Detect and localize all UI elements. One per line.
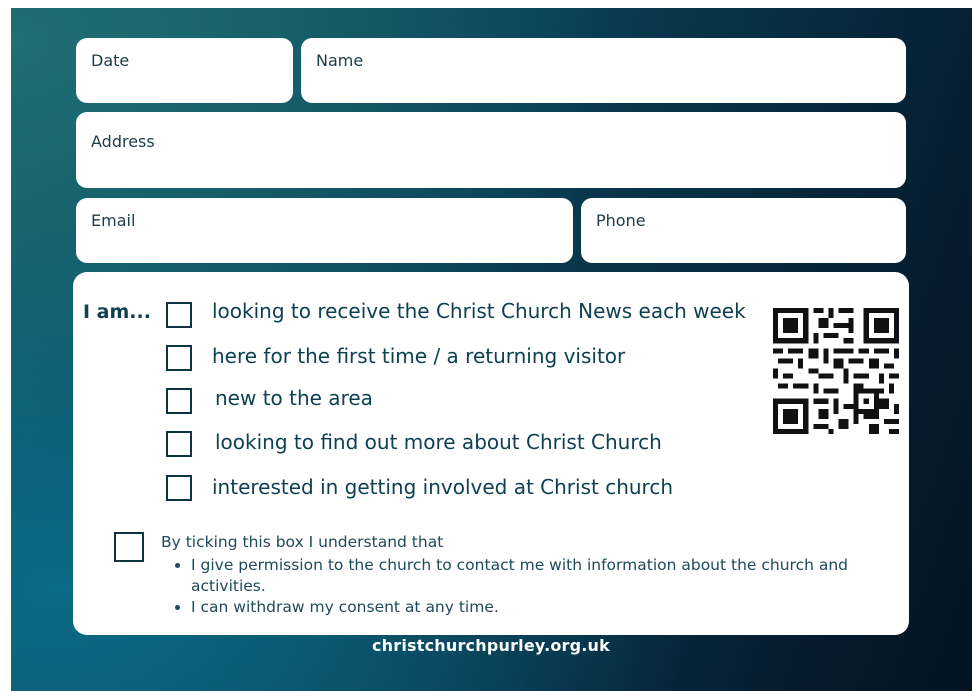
email-field[interactable]: Email [76, 198, 573, 263]
consent-point: I can withdraw my consent at any time. [191, 597, 901, 618]
consent-text: By ticking this box I understand that I … [161, 532, 901, 618]
i-am-label: I am... [83, 301, 151, 323]
consent-point: I give permission to the church to conta… [191, 555, 901, 597]
option-new-area-label: new to the area [215, 386, 373, 410]
name-field[interactable]: Name [301, 38, 906, 103]
option-find-out-more-label: looking to find out more about Christ Ch… [215, 430, 662, 454]
name-label: Name [316, 51, 364, 70]
phone-field[interactable]: Phone [581, 198, 906, 263]
date-label: Date [91, 51, 130, 70]
date-field[interactable]: Date [76, 38, 293, 103]
checkbox-news[interactable] [166, 302, 192, 328]
option-first-time-label: here for the first time / a returning vi… [212, 344, 626, 368]
address-field[interactable]: Address [76, 112, 906, 188]
consent-heading: By ticking this box I understand that [161, 533, 444, 551]
address-label: Address [91, 132, 155, 151]
checkbox-consent[interactable] [114, 532, 144, 562]
options-panel: I am... looking to receive the Christ Ch… [73, 272, 909, 635]
qr-code-icon [773, 308, 899, 434]
consent-list: I give permission to the church to conta… [161, 555, 901, 618]
checkbox-get-involved[interactable] [166, 475, 192, 501]
checkbox-find-out-more[interactable] [166, 431, 192, 457]
phone-label: Phone [596, 211, 646, 230]
option-news-label: looking to receive the Christ Church New… [212, 299, 746, 323]
option-get-involved-label: interested in getting involved at Christ… [212, 475, 673, 499]
email-label: Email [91, 211, 136, 230]
website-url: christchurchpurley.org.uk [371, 636, 610, 655]
checkbox-new-area[interactable] [166, 388, 192, 414]
checkbox-first-time[interactable] [166, 345, 192, 371]
